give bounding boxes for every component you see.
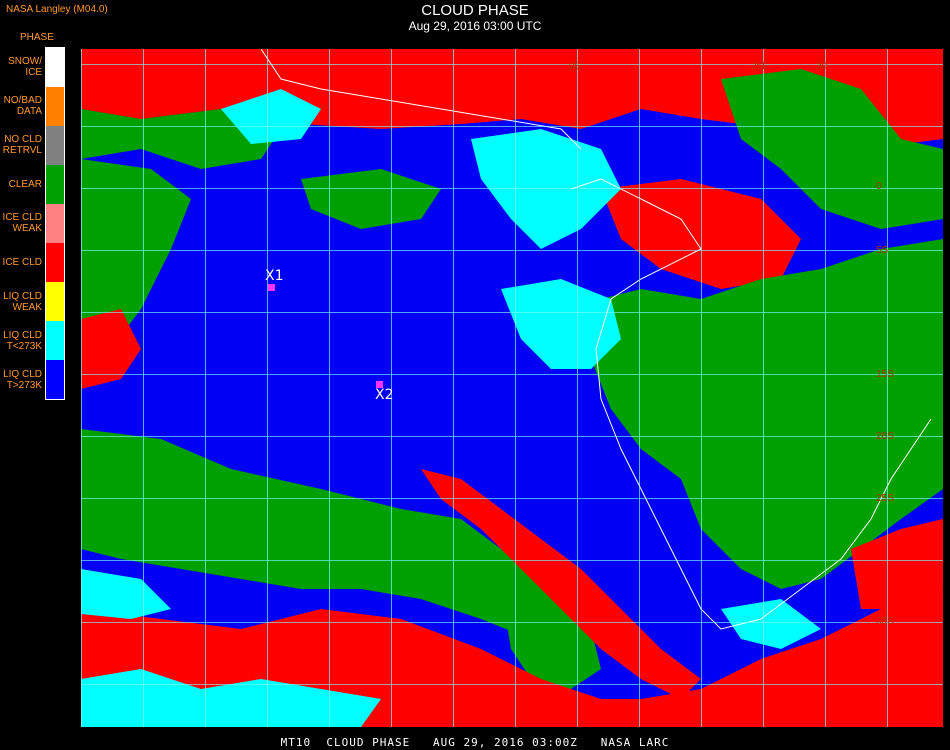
legend-label: NO CLD RETRVL <box>2 134 42 157</box>
map-canvas: 0E 25E 30 0 5S 15S 20S 25S 35S <box>81 49 943 727</box>
legend-label: NO/BAD DATA <box>3 94 42 117</box>
marker-x1-label: X1 <box>265 268 284 284</box>
legend-label: CLEAR <box>8 178 42 190</box>
page-title: CLOUD PHASE <box>421 2 529 19</box>
legend-label: LIQ CLD T<273K <box>3 330 42 353</box>
legend-label: ICE CLD WEAK <box>2 212 42 235</box>
legend-swatch <box>46 360 64 399</box>
lat-label-35s: 35S <box>876 616 894 627</box>
legend-label: SNOW/ ICE <box>8 55 42 78</box>
legend-swatch <box>46 126 64 165</box>
lat-label-25s: 25S <box>876 493 894 504</box>
legend-swatch <box>46 321 64 360</box>
lon-label-30: 30 <box>816 61 828 72</box>
legend-swatch <box>46 282 64 321</box>
legend-swatch <box>46 48 64 87</box>
legend-swatch <box>46 243 64 282</box>
legend-title: PHASE <box>20 32 54 43</box>
footer-caption: MT10 CLOUD PHASE AUG 29, 2016 03:00Z NAS… <box>280 736 670 749</box>
lat-label-15s: 15S <box>876 369 894 380</box>
marker-x2-label: X2 <box>375 387 394 403</box>
legend-colorbar <box>45 47 65 400</box>
legend-label: LIQ CLD T>273K <box>3 369 42 392</box>
legend-label: ICE CLD <box>2 257 42 269</box>
legend-swatch <box>46 204 64 243</box>
lat-label-20s: 20S <box>876 431 894 442</box>
lat-label-5s: 5S <box>876 245 889 256</box>
legend-swatch <box>46 87 64 126</box>
page-subtitle: Aug 29, 2016 03:00 UTC <box>408 19 542 33</box>
cloud-phase-map: 0E 25E 30 0 5S 15S 20S 25S 35S <box>81 49 943 727</box>
legend-swatch <box>46 165 64 204</box>
legend-labels: SNOW/ ICE NO/BAD DATA NO CLD RETRVL CLEAR IC… <box>0 47 42 400</box>
lat-label-0: 0 <box>876 181 882 192</box>
lon-label-25e: 25E <box>751 61 769 72</box>
marker-x1-dot <box>268 284 275 291</box>
lon-label-0e: 0E <box>569 61 582 72</box>
legend-label: LIQ CLD WEAK <box>3 290 42 313</box>
